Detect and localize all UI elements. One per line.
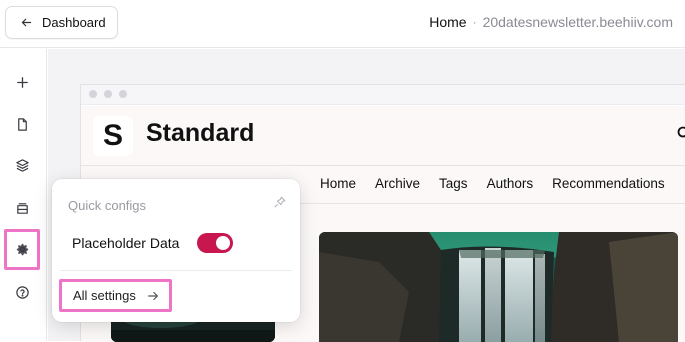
arrow-right-icon [146, 289, 160, 303]
breadcrumb-separator: · [473, 15, 477, 29]
toggle-knob [216, 236, 230, 250]
back-button-label: Dashboard [42, 15, 106, 30]
breadcrumb-home[interactable]: Home [429, 14, 466, 30]
nav-home[interactable]: Home [320, 176, 356, 191]
help-icon[interactable] [13, 283, 31, 301]
archive-icon[interactable] [13, 199, 31, 217]
all-settings-link[interactable]: All settings [59, 279, 172, 312]
nav-authors[interactable]: Authors [487, 176, 534, 191]
site-logo[interactable]: S [93, 116, 133, 156]
window-dot [119, 90, 127, 98]
divider [81, 165, 685, 166]
popover-title: Quick configs [68, 198, 146, 213]
plus-icon[interactable] [13, 73, 31, 91]
window-dot [89, 90, 97, 98]
breadcrumb-domain: 20datesnewsletter.beehiiv.com [483, 14, 673, 30]
layers-icon[interactable] [13, 156, 31, 174]
pin-icon[interactable] [273, 195, 287, 209]
left-sidebar [0, 49, 47, 341]
nav-tags[interactable]: Tags [439, 176, 468, 191]
top-bar: Dashboard Home · 20datesnewsletter.beehi… [0, 0, 685, 48]
browser-chrome [81, 85, 685, 105]
quick-configs-popover: Quick configs Placeholder Data All setti… [52, 179, 300, 322]
featured-post-image[interactable] [319, 232, 678, 342]
gear-icon[interactable] [13, 240, 31, 258]
site-name[interactable]: Standard [146, 119, 254, 148]
back-to-dashboard-button[interactable]: Dashboard [5, 6, 118, 39]
divider [60, 270, 292, 271]
all-settings-label: All settings [73, 288, 136, 303]
nav-recommendations[interactable]: Recommendations [552, 176, 665, 191]
window-dot [104, 90, 112, 98]
placeholder-data-label: Placeholder Data [72, 235, 179, 251]
arrow-left-icon [20, 16, 33, 29]
placeholder-data-toggle[interactable] [197, 233, 233, 253]
document-icon[interactable] [13, 115, 31, 133]
site-nav: Home Archive Tags Authors Recommendation… [320, 176, 665, 191]
nav-archive[interactable]: Archive [375, 176, 420, 191]
breadcrumb: Home · 20datesnewsletter.beehiiv.com [429, 14, 673, 30]
search-icon[interactable] [676, 125, 685, 141]
